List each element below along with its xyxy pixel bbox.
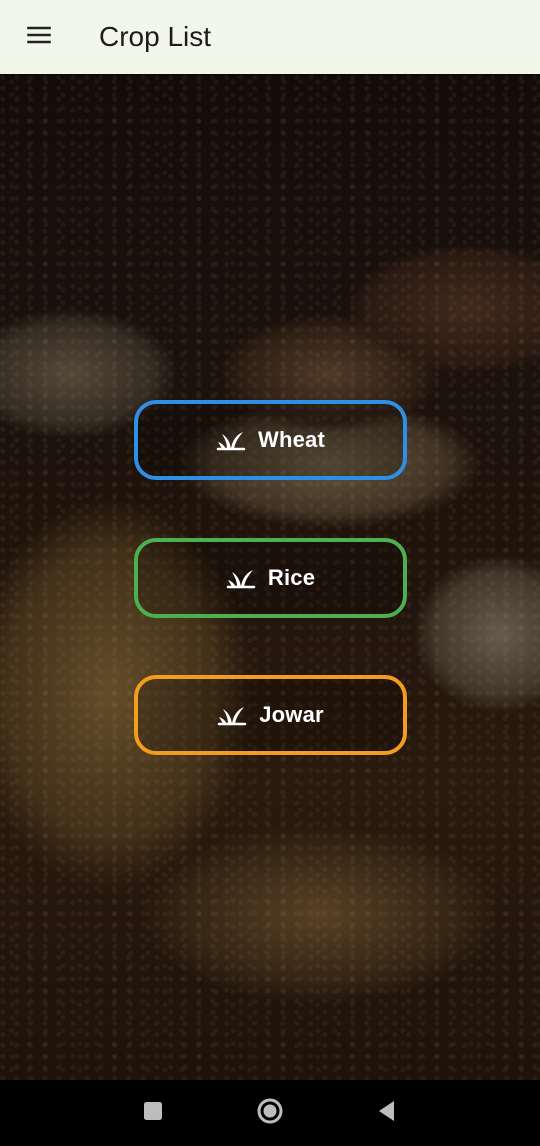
recent-apps-button[interactable]	[128, 1088, 178, 1138]
sprout-icon	[226, 567, 256, 589]
home-button[interactable]	[245, 1088, 295, 1138]
back-button[interactable]	[362, 1088, 412, 1138]
wheat-label: Wheat	[258, 427, 325, 452]
jowar-button[interactable]: Jowar	[134, 675, 407, 755]
page-title: Crop List	[99, 21, 212, 52]
sprout-icon	[217, 704, 247, 726]
home-icon	[255, 1096, 285, 1131]
rice-label: Rice	[267, 565, 316, 590]
crop-list-screen: Crop List Wheat Rice Jowar	[0, 0, 540, 1146]
jowar-label: Jowar	[259, 702, 324, 727]
back-icon	[375, 1099, 399, 1128]
system-navigation-bar	[0, 1080, 540, 1146]
sprout-icon	[216, 429, 246, 451]
app-bar: Crop List	[0, 0, 540, 74]
wheat-button[interactable]: Wheat	[134, 400, 407, 480]
menu-button[interactable]	[9, 0, 69, 74]
rice-button[interactable]: Rice	[134, 538, 407, 618]
recent-apps-icon	[142, 1100, 164, 1127]
menu-icon	[25, 21, 53, 54]
